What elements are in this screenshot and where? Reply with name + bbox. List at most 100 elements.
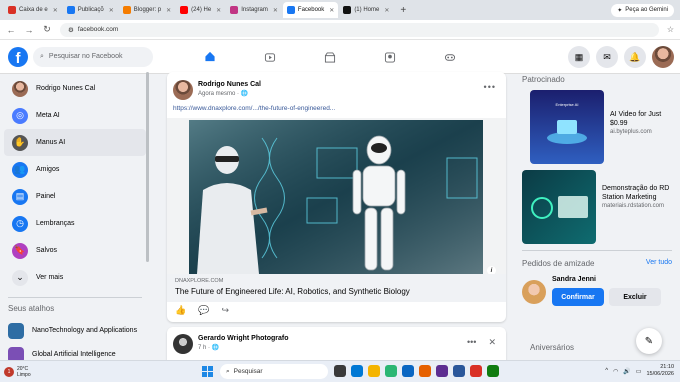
sidebar-scrollbar[interactable] bbox=[146, 72, 149, 262]
feed-post: Rodrigo Nunes Cal Agora mesmo · 🌐 ••• ht… bbox=[167, 72, 506, 322]
share-icon[interactable]: ↪ bbox=[221, 305, 229, 316]
right-column: Patrocinado Enterprise AI AI Video for J… bbox=[522, 75, 672, 360]
post-image[interactable] bbox=[167, 118, 506, 274]
xbox-icon[interactable] bbox=[487, 365, 499, 377]
chevron-up-icon[interactable]: ^ bbox=[605, 368, 608, 374]
left-sidebar: Rodrigo Nunes Cal ◎ Meta AI ✋ Manus AI 👥 Amigo… bbox=[0, 75, 150, 360]
new-tab-button[interactable]: + bbox=[394, 5, 412, 16]
bookmark-star-icon[interactable]: ☆ bbox=[667, 25, 674, 34]
new-message-icon[interactable]: ✎ bbox=[636, 328, 662, 354]
ad-image bbox=[522, 170, 596, 244]
tab-favicon-icon bbox=[230, 6, 239, 14]
see-all-link[interactable]: Ver tudo bbox=[646, 259, 672, 268]
wifi-icon[interactable]: ◠ bbox=[613, 368, 618, 375]
post-link[interactable]: https://www.dnaxplore.com/.../the-future… bbox=[173, 105, 335, 112]
browser-tab[interactable]: Instagram ✕ bbox=[226, 2, 282, 18]
ad-url: ai.byteplus.com bbox=[610, 129, 652, 135]
shortcuts-heading: Seus atalhos bbox=[8, 304, 55, 313]
close-tab-icon[interactable]: ✕ bbox=[109, 7, 114, 14]
task-view-icon[interactable] bbox=[334, 365, 346, 377]
start-button[interactable] bbox=[202, 366, 213, 377]
sidebar-item-lembran-as[interactable]: ◷ Lembranças bbox=[4, 210, 146, 237]
chevron-down-icon: ⌄ bbox=[12, 269, 28, 286]
sidebar-item-ver-mais[interactable]: ⌄ Ver mais bbox=[4, 264, 146, 291]
url-field[interactable]: ⚙ facebook.com bbox=[60, 22, 659, 37]
post-options-icon[interactable]: ••• bbox=[484, 82, 496, 92]
facebook-logo[interactable]: f bbox=[8, 46, 28, 67]
sidebar-item-painel[interactable]: ▤ Painel bbox=[4, 183, 146, 210]
facebook-search-input[interactable]: ⌕ Pesquisar no Facebook bbox=[33, 46, 153, 67]
link-preview[interactable]: DNAXPLORE.COM The Future of Engineered L… bbox=[167, 274, 506, 302]
nav-video[interactable] bbox=[240, 40, 300, 74]
weather-widget[interactable]: 1 20°C Limpo bbox=[4, 366, 31, 378]
sidebar-item-meta-ai[interactable]: ◎ Meta AI bbox=[4, 102, 146, 129]
meta-ai-icon: ◎ bbox=[12, 107, 28, 124]
facebook-header: f ⌕ Pesquisar no Facebook ▦ ✉ 🔔 bbox=[0, 40, 680, 74]
forward-icon[interactable]: → bbox=[24, 25, 34, 35]
comment-icon[interactable]: 💬 bbox=[198, 305, 209, 316]
group-label: NanoTechnology and Applications bbox=[32, 327, 138, 334]
sparkle-icon: ✦ bbox=[617, 7, 623, 14]
copilot-icon[interactable] bbox=[385, 365, 397, 377]
delete-button[interactable]: Excluir bbox=[609, 288, 661, 306]
store-icon[interactable] bbox=[402, 365, 414, 377]
shortcut-group[interactable]: NanoTechnology and Applications bbox=[0, 319, 150, 343]
word-icon[interactable] bbox=[453, 365, 465, 377]
close-tab-icon[interactable]: ✕ bbox=[53, 7, 58, 14]
post-author[interactable]: Gerardo Wright Photografo bbox=[198, 334, 288, 344]
nav-groups[interactable] bbox=[360, 40, 420, 74]
messenger-icon[interactable]: ✉ bbox=[596, 46, 618, 68]
browser-tab[interactable]: Blogger: p ✕ bbox=[119, 2, 175, 18]
app-icon[interactable] bbox=[436, 365, 448, 377]
nav-marketplace[interactable] bbox=[300, 40, 360, 74]
browser-tab[interactable]: (1) Home ✕ bbox=[339, 2, 393, 18]
sidebar-item-amigos[interactable]: 👥 Amigos bbox=[4, 156, 146, 183]
clock[interactable]: 21:10 15/06/2026 bbox=[646, 364, 674, 378]
sponsored-ad[interactable]: Enterprise AI AI Video for Just $0.99 ai… bbox=[522, 90, 672, 164]
firefox-icon[interactable] bbox=[419, 365, 431, 377]
chrome-icon[interactable] bbox=[470, 365, 482, 377]
taskbar-search[interactable]: ⌕ Pesquisar bbox=[220, 364, 328, 379]
reload-icon[interactable]: ↻ bbox=[42, 24, 52, 35]
browser-tab[interactable]: Publicaçõ ✕ bbox=[63, 2, 118, 18]
sidebar-item-salvos[interactable]: 🔖 Salvos bbox=[4, 237, 146, 264]
video-icon bbox=[264, 52, 276, 62]
sidebar-item-rodrigo-nunes-cal[interactable]: Rodrigo Nunes Cal bbox=[4, 75, 146, 102]
weather-badge: 1 bbox=[4, 366, 14, 377]
sidebar-item-manus-ai[interactable]: ✋ Manus AI bbox=[4, 129, 146, 156]
author-avatar[interactable] bbox=[173, 334, 193, 354]
profile-avatar[interactable] bbox=[652, 46, 674, 68]
browser-tab[interactable]: Caixa de e ✕ bbox=[4, 2, 62, 18]
requester-name[interactable]: Sandra Jenni bbox=[552, 276, 661, 283]
sponsored-ad[interactable]: Demonstração do RD Station Marketing mat… bbox=[522, 170, 672, 244]
group-thumbnail bbox=[8, 323, 24, 339]
notifications-icon[interactable]: 🔔 bbox=[624, 46, 646, 68]
close-icon[interactable]: ✕ bbox=[488, 337, 496, 348]
volume-icon[interactable]: 🔊 bbox=[623, 368, 630, 375]
confirm-button[interactable]: Confirmar bbox=[552, 288, 604, 306]
close-tab-icon[interactable]: ✕ bbox=[329, 7, 334, 14]
close-tab-icon[interactable]: ✕ bbox=[216, 7, 221, 14]
close-tab-icon[interactable]: ✕ bbox=[384, 7, 389, 14]
nav-gaming[interactable] bbox=[420, 40, 480, 74]
menu-grid-icon[interactable]: ▦ bbox=[568, 46, 590, 68]
group-thumbnail bbox=[8, 347, 24, 360]
nav-home[interactable] bbox=[180, 40, 240, 74]
browser-tab[interactable]: Facebook ✕ bbox=[282, 2, 339, 18]
requester-avatar[interactable] bbox=[522, 280, 546, 304]
author-avatar[interactable] bbox=[173, 80, 193, 100]
post-author[interactable]: Rodrigo Nunes Cal bbox=[198, 80, 261, 90]
battery-icon[interactable]: ▭ bbox=[636, 368, 642, 375]
shortcut-group[interactable]: Global Artificial Intelligence bbox=[0, 343, 150, 360]
close-tab-icon[interactable]: ✕ bbox=[166, 7, 171, 14]
edge-icon[interactable] bbox=[351, 365, 363, 377]
back-icon[interactable]: ← bbox=[6, 25, 16, 35]
gemini-button[interactable]: ✦ Peça ao Gemini bbox=[611, 3, 674, 17]
browser-tab[interactable]: (24) He ✕ bbox=[176, 2, 225, 18]
site-info-icon[interactable]: ⚙ bbox=[68, 26, 74, 34]
file-explorer-icon[interactable] bbox=[368, 365, 380, 377]
post-options-icon[interactable]: ••• bbox=[467, 337, 476, 348]
like-icon[interactable]: 👍 bbox=[175, 305, 186, 316]
close-tab-icon[interactable]: ✕ bbox=[273, 7, 278, 14]
group-label: Global Artificial Intelligence bbox=[32, 351, 116, 358]
